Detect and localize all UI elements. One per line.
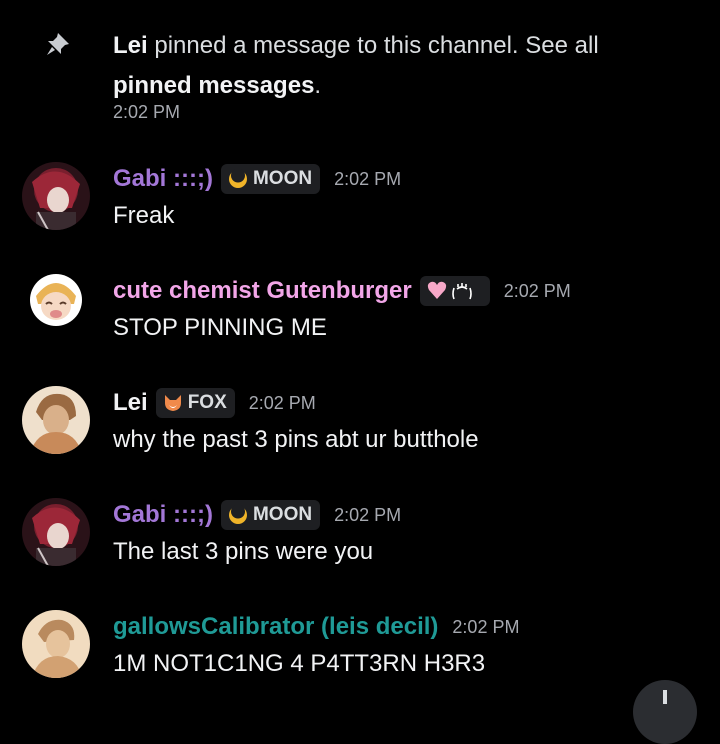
avatar[interactable] [30, 274, 82, 326]
message-text: STOP PINNING ME [113, 314, 327, 341]
message-header: cute chemist Gutenburger 2:02 PM [113, 274, 571, 308]
user-tag-badge[interactable]: MOON [220, 164, 321, 194]
message-timestamp: 2:02 PM [334, 168, 402, 189]
plus-icon [663, 690, 667, 704]
pin-icon [47, 33, 69, 55]
pinned-messages-link[interactable]: pinned messages [113, 72, 314, 99]
message-item[interactable]: Gabi :::;) MOON 2:02 PM Freak [0, 162, 720, 242]
message-item[interactable]: Gabi :::;) MOON 2:02 PM The last 3 pins … [0, 498, 720, 578]
message-header: Gabi :::;) MOON 2:02 PM [113, 498, 401, 532]
username[interactable]: Gabi :::;) [113, 501, 213, 529]
heart-kaomoji-badge-icon [427, 281, 472, 300]
message-header: Gabi :::;) MOON 2:02 PM [113, 162, 401, 196]
moon-badge-icon [228, 505, 247, 524]
avatar[interactable] [22, 610, 90, 678]
user-tag-label: MOON [252, 504, 313, 525]
message-timestamp: 2:02 PM [248, 392, 316, 413]
pin-timestamp: 2:02 PM [113, 102, 181, 122]
fox-badge-icon [164, 395, 181, 411]
message-timestamp: 2:02 PM [452, 616, 520, 637]
username[interactable]: Gabi :::;) [113, 165, 213, 193]
message-text: Freak [113, 202, 175, 229]
pin-notice-text: Lei pinned a message to this channel. Se… [113, 32, 599, 99]
pin-actor-name[interactable]: Lei [113, 32, 148, 59]
user-tag-badge[interactable] [419, 276, 490, 306]
username[interactable]: Lei [113, 389, 148, 417]
message-item[interactable]: gallowsCalibrator (leis decil) 2:02 PM 1… [0, 610, 720, 690]
message-header: Lei FOX 2:02 PM [113, 386, 316, 420]
message-text: The last 3 pins were you [113, 538, 374, 565]
message-text: why the past 3 pins abt ur butthole [113, 426, 479, 453]
moon-badge-icon [228, 169, 247, 188]
message-text: 1M NOT1C1NG 4 P4TT3RN H3R3 [113, 650, 486, 677]
username[interactable]: gallowsCalibrator (leis decil) [113, 613, 438, 641]
message-timestamp: 2:02 PM [334, 504, 402, 525]
message-timestamp: 2:02 PM [503, 280, 571, 301]
avatar[interactable] [22, 162, 90, 230]
user-tag-badge[interactable]: MOON [220, 500, 321, 530]
user-tag-badge[interactable]: FOX [155, 388, 235, 418]
username[interactable]: cute chemist Gutenburger [113, 277, 412, 305]
avatar[interactable] [22, 386, 90, 454]
message-item[interactable]: cute chemist Gutenburger 2:02 PM STOP PI… [0, 274, 720, 354]
user-tag-label: FOX [187, 392, 227, 413]
user-tag-label: MOON [252, 168, 313, 189]
avatar[interactable] [22, 498, 90, 566]
message-header: gallowsCalibrator (leis decil) 2:02 PM [113, 610, 519, 644]
message-item[interactable]: Lei FOX 2:02 PM why the past 3 pins abt … [0, 386, 720, 466]
